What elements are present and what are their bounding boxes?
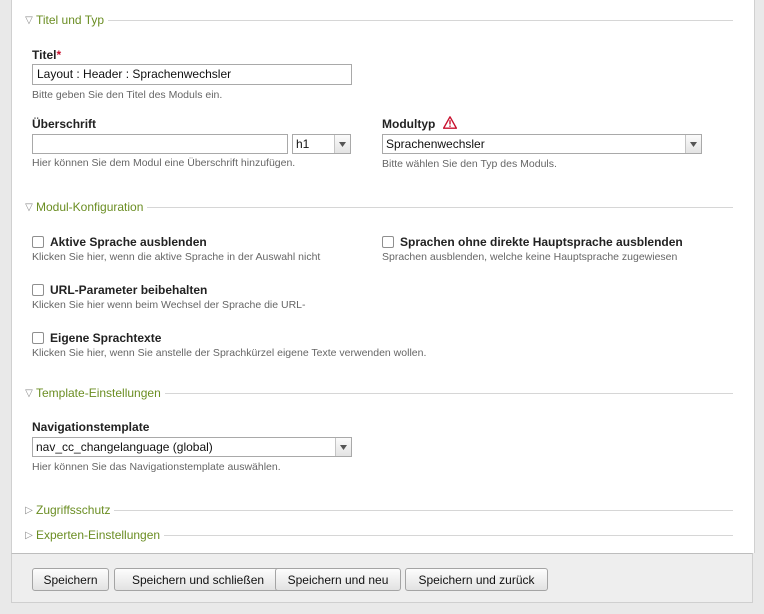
warning-icon xyxy=(443,116,457,129)
section-zugriffsschutz[interactable]: ▷ Zugriffsschutz xyxy=(22,502,733,518)
collapse-triangle-icon[interactable]: ▽ xyxy=(22,202,36,213)
modultyp-label-text: Modultyp xyxy=(382,117,436,131)
eigene-sprachtexte-help: Klicken Sie hier, wenn Sie anstelle der … xyxy=(32,347,427,359)
save-new-button[interactable]: Speichern und neu xyxy=(275,568,401,591)
modultyp-help: Bitte wählen Sie den Typ des Moduls. xyxy=(382,158,557,170)
ohne-hauptsprache-checkbox[interactable] xyxy=(382,236,394,248)
required-mark: * xyxy=(56,48,62,62)
navigationstemplate-label: Navigationstemplate xyxy=(32,420,150,434)
ueberschrift-input[interactable] xyxy=(32,134,288,154)
chevron-down-icon[interactable] xyxy=(335,438,351,456)
titel-help: Bitte geben Sie den Titel des Moduls ein… xyxy=(32,89,223,101)
section-experten-einstellungen[interactable]: ▷ Experten-Einstellungen xyxy=(22,527,733,543)
url-parameter-checkbox[interactable] xyxy=(32,284,44,296)
navigationstemplate-help: Hier können Sie das Navigationstemplate … xyxy=(32,461,281,473)
section-legend-label[interactable]: Zugriffsschutz xyxy=(36,503,114,517)
ohne-hauptsprache-help: Sprachen ausblenden, welche keine Haupts… xyxy=(382,251,678,263)
section-legend-label[interactable]: Experten-Einstellungen xyxy=(36,528,164,542)
modultyp-value: Sprachenwechsler xyxy=(386,137,485,151)
eigene-sprachtexte-label[interactable]: Eigene Sprachtexte xyxy=(50,331,161,345)
modultyp-select[interactable]: Sprachenwechsler xyxy=(382,134,702,154)
eigene-sprachtexte-checkbox[interactable] xyxy=(32,332,44,344)
aktive-sprache-checkbox[interactable] xyxy=(32,236,44,248)
section-divider xyxy=(164,393,733,394)
navigationstemplate-value: nav_cc_changelanguage (global) xyxy=(36,440,213,454)
section-legend-label[interactable]: Template-Einstellungen xyxy=(36,386,165,400)
section-divider xyxy=(114,510,733,511)
save-back-button[interactable]: Speichern und zurück xyxy=(405,568,548,591)
ohne-hauptsprache-label[interactable]: Sprachen ohne direkte Hauptsprache ausbl… xyxy=(400,235,683,249)
save-close-button[interactable]: Speichern und schließen xyxy=(114,568,282,591)
ueberschrift-level-value: h1 xyxy=(296,137,310,151)
form-footer: Speichern Speichern und schließen Speich… xyxy=(11,553,753,603)
modultyp-label: Modultyp xyxy=(382,117,435,131)
section-modul-konfiguration[interactable]: ▽ Modul-Konfiguration xyxy=(22,199,733,215)
chevron-down-icon[interactable] xyxy=(685,135,701,153)
aktive-sprache-help: Klicken Sie hier, wenn die aktive Sprach… xyxy=(32,251,321,263)
section-titel-und-typ[interactable]: ▽ Titel und Typ xyxy=(22,12,733,28)
ueberschrift-level-select[interactable]: h1 xyxy=(292,134,351,154)
expand-triangle-icon[interactable]: ▷ xyxy=(22,505,36,516)
navigationstemplate-select[interactable]: nav_cc_changelanguage (global) xyxy=(32,437,352,457)
collapse-triangle-icon[interactable]: ▽ xyxy=(22,388,36,399)
section-template-einstellungen[interactable]: ▽ Template-Einstellungen xyxy=(22,385,733,401)
ueberschrift-label: Überschrift xyxy=(32,117,97,131)
save-button[interactable]: Speichern xyxy=(32,568,109,591)
url-parameter-label[interactable]: URL-Parameter beibehalten xyxy=(50,283,207,297)
section-legend-label[interactable]: Modul-Konfiguration xyxy=(36,200,147,214)
section-divider xyxy=(147,207,733,208)
aktive-sprache-label[interactable]: Aktive Sprache ausblenden xyxy=(50,235,207,249)
url-parameter-help: Klicken Sie hier wenn beim Wechsel der S… xyxy=(32,299,306,311)
ueberschrift-help: Hier können Sie dem Modul eine Überschri… xyxy=(32,157,296,169)
titel-input[interactable]: Layout : Header : Sprachenwechsler xyxy=(32,64,352,85)
section-legend-label[interactable]: Titel und Typ xyxy=(36,13,108,27)
collapse-triangle-icon[interactable]: ▽ xyxy=(22,15,36,26)
titel-label-text: Titel xyxy=(32,48,57,62)
chevron-down-icon[interactable] xyxy=(334,135,350,153)
section-divider xyxy=(164,535,733,536)
section-divider xyxy=(108,20,733,21)
expand-triangle-icon[interactable]: ▷ xyxy=(22,530,36,541)
titel-label: Titel* xyxy=(32,48,61,62)
